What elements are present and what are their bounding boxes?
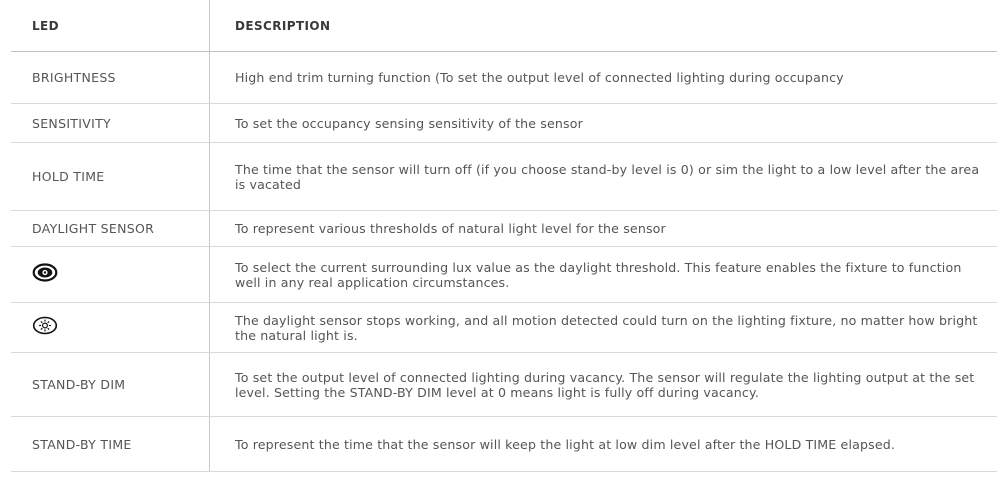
led-description: High end trim turning function (To set t… (235, 70, 844, 85)
header-led: LED (11, 0, 210, 51)
table-row: BRIGHTNESS High end trim turning functio… (11, 52, 997, 104)
led-label: BRIGHTNESS (32, 70, 116, 85)
led-description: To set the output level of connected lig… (235, 369, 975, 400)
table-row: STAND-BY TIME To represent the time that… (11, 417, 997, 472)
led-description: To represent various thresholds of natur… (235, 221, 666, 236)
table-row: HOLD TIME The time that the sensor will … (11, 143, 997, 211)
led-description: The daylight sensor stops working, and a… (235, 312, 978, 343)
table-row: SENSITIVITY To set the occupancy sensing… (11, 104, 997, 143)
table-row: The daylight sensor stops working, and a… (11, 303, 997, 353)
table-row: STAND-BY DIM To set the output level of … (11, 353, 997, 417)
led-description-table: LED DESCRIPTION BRIGHTNESS High end trim… (11, 0, 997, 472)
table-header: LED DESCRIPTION (11, 0, 997, 52)
led-description: To set the occupancy sensing sensitivity… (235, 115, 583, 131)
header-description: DESCRIPTION (235, 18, 331, 33)
eye-icon (32, 263, 58, 286)
led-label: DAYLIGHT SENSOR (32, 221, 155, 236)
led-description: To select the current surrounding lux va… (235, 259, 962, 290)
led-description: The time that the sensor will turn off (… (235, 161, 980, 192)
led-label: HOLD TIME (32, 169, 105, 184)
led-description: To represent the time that the sensor wi… (235, 436, 896, 452)
table-row: To select the current surrounding lux va… (11, 247, 997, 303)
sun-icon (32, 316, 58, 339)
led-label: STAND-BY TIME (32, 436, 132, 452)
led-label: STAND-BY DIM (32, 377, 126, 392)
led-label: SENSITIVITY (32, 115, 111, 131)
table-row: DAYLIGHT SENSOR To represent various thr… (11, 211, 997, 247)
